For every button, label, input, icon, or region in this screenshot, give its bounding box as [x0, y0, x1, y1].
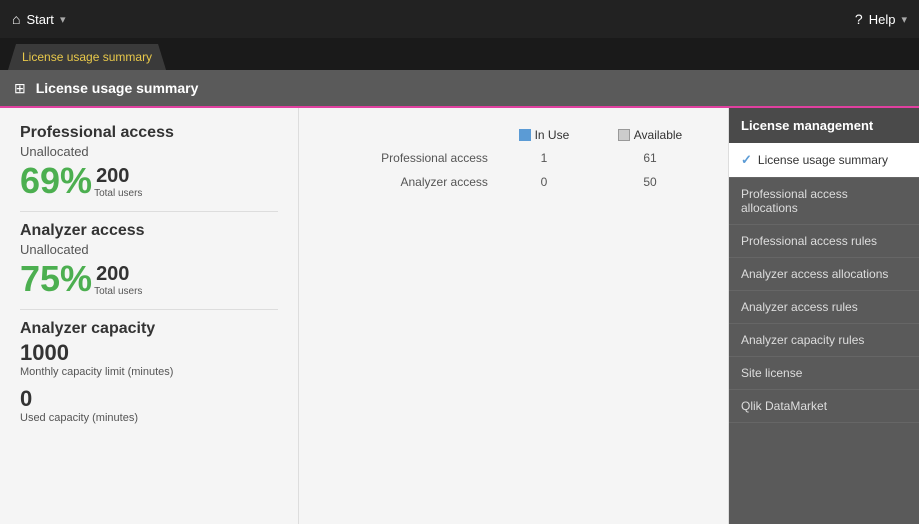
- monthly-limit-label: Monthly capacity limit (minutes): [20, 366, 278, 378]
- available-color-indicator: [618, 129, 630, 141]
- sidebar-item[interactable]: Professional access allocations: [729, 178, 919, 225]
- table-row: Professional access 1 61: [319, 146, 708, 170]
- sidebar-item[interactable]: Analyzer access allocations: [729, 258, 919, 291]
- sidebar-item-label: Analyzer access allocations: [741, 267, 888, 281]
- professional-access-subtitle: Unallocated: [20, 144, 278, 159]
- analyzer-access-number-label: Total users: [94, 286, 142, 297]
- help-arrow[interactable]: ▾: [901, 13, 907, 26]
- analyzer-capacity-title: Analyzer capacity: [20, 320, 278, 338]
- right-panel: License management ✓ License usage summar…: [729, 108, 919, 524]
- sidebar-item-label: Analyzer access rules: [741, 300, 858, 314]
- tab-license-usage-summary[interactable]: License usage summary: [8, 44, 166, 70]
- sidebar-item[interactable]: Professional access rules: [729, 225, 919, 258]
- left-panel: Professional access Unallocated 69% 200 …: [0, 108, 299, 524]
- main-content: Professional access Unallocated 69% 200 …: [0, 108, 919, 524]
- nav-left: ⌂ Start ▾: [12, 11, 65, 27]
- help-circle-icon: ?: [855, 11, 863, 27]
- analyzer-access-title: Analyzer access: [20, 222, 278, 240]
- row-label: Analyzer access: [319, 170, 496, 194]
- home-icon: ⌂: [12, 11, 20, 27]
- row-in-use: 1: [496, 146, 592, 170]
- page-title: License usage summary: [36, 80, 199, 96]
- used-capacity-label: Used capacity (minutes): [20, 412, 278, 424]
- middle-panel: In Use Available Professional access 1 6…: [299, 108, 729, 524]
- sidebar-item-label: Analyzer capacity rules: [741, 333, 864, 347]
- analyzer-access-stats: 75% 200 Total users: [20, 261, 278, 297]
- top-navigation: ⌂ Start ▾ ? Help ▾: [0, 0, 919, 38]
- professional-access-section: Professional access Unallocated 69% 200 …: [20, 124, 278, 212]
- analyzer-access-percentage: 75%: [20, 261, 92, 297]
- nav-right: ? Help ▾: [855, 11, 907, 27]
- analyzer-access-number: 200: [96, 263, 142, 286]
- row-available: 61: [592, 146, 708, 170]
- active-checkmark: ✓: [741, 152, 752, 168]
- sidebar-item[interactable]: ✓ License usage summary: [729, 143, 919, 178]
- sidebar-item[interactable]: Qlik DataMarket: [729, 390, 919, 423]
- sidebar-header: License management: [729, 108, 919, 143]
- professional-access-title: Professional access: [20, 124, 278, 142]
- sidebar-item-label: License usage summary: [758, 153, 888, 167]
- row-in-use: 0: [496, 170, 592, 194]
- sidebar-item-label: Site license: [741, 366, 802, 380]
- start-label[interactable]: Start: [26, 12, 53, 27]
- analyzer-capacity-section: Analyzer capacity 1000 Monthly capacity …: [20, 320, 278, 434]
- row-available: 50: [592, 170, 708, 194]
- access-table: In Use Available Professional access 1 6…: [319, 124, 708, 194]
- tab-bar: License usage summary: [0, 38, 919, 70]
- monthly-limit-value: 1000: [20, 340, 278, 366]
- col-in-use-header: In Use: [496, 124, 592, 146]
- help-label[interactable]: Help: [869, 12, 896, 27]
- sidebar-item-label: Professional access rules: [741, 234, 877, 248]
- grid-icon: ⊞: [14, 80, 26, 97]
- in-use-color-indicator: [519, 129, 531, 141]
- sidebar-item-label: Professional access allocations: [741, 187, 907, 215]
- professional-access-percentage: 69%: [20, 163, 92, 199]
- sidebar-item[interactable]: Site license: [729, 357, 919, 390]
- col-label-header: [319, 124, 496, 146]
- professional-access-stats: 69% 200 Total users: [20, 163, 278, 199]
- page-header: ⊞ License usage summary: [0, 70, 919, 108]
- used-capacity-value: 0: [20, 386, 278, 412]
- col-available-header: Available: [592, 124, 708, 146]
- start-arrow[interactable]: ▾: [60, 13, 66, 26]
- table-row: Analyzer access 0 50: [319, 170, 708, 194]
- sidebar-items-container: ✓ License usage summary Professional acces…: [729, 143, 919, 423]
- sidebar-item-label: Qlik DataMarket: [741, 399, 827, 413]
- analyzer-access-section: Analyzer access Unallocated 75% 200 Tota…: [20, 222, 278, 310]
- analyzer-access-subtitle: Unallocated: [20, 242, 278, 257]
- sidebar-item[interactable]: Analyzer access rules: [729, 291, 919, 324]
- professional-access-number-label: Total users: [94, 188, 142, 199]
- sidebar-item[interactable]: Analyzer capacity rules: [729, 324, 919, 357]
- professional-access-number: 200: [96, 165, 142, 188]
- row-label: Professional access: [319, 146, 496, 170]
